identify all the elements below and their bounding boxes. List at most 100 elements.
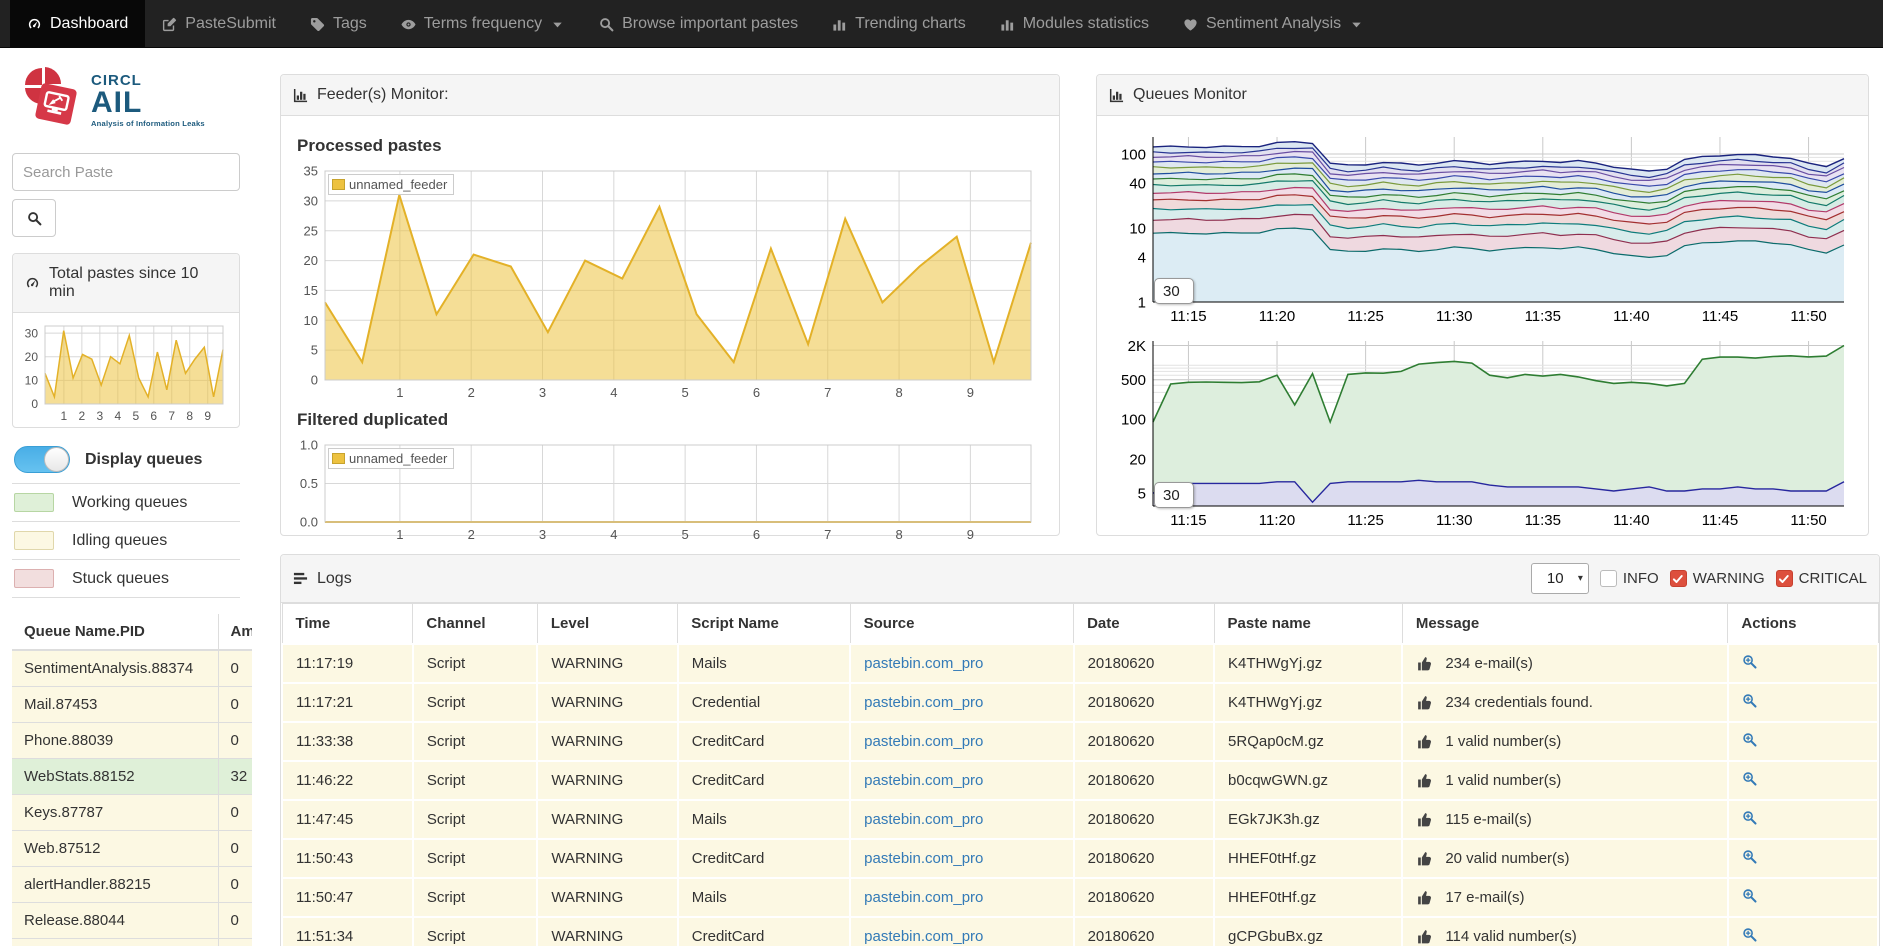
log-source: pastebin.com_pro bbox=[850, 917, 1073, 946]
log-message-text: 1 valid number(s) bbox=[1445, 733, 1561, 750]
nav-link-browse-important-pastes[interactable]: Browse important pastes bbox=[582, 0, 815, 48]
roll-period-input[interactable] bbox=[1154, 482, 1194, 508]
show-paste-button[interactable] bbox=[1742, 732, 1757, 747]
log-source: pastebin.com_pro bbox=[850, 683, 1073, 722]
queue-name: Duplicates.87079 bbox=[12, 939, 218, 946]
svg-text:20: 20 bbox=[304, 253, 318, 268]
log-source: pastebin.com_pro bbox=[850, 644, 1073, 683]
search-submit-button[interactable] bbox=[12, 199, 56, 237]
source-link[interactable]: pastebin.com_pro bbox=[864, 928, 983, 945]
show-paste-button[interactable] bbox=[1742, 888, 1757, 903]
nav-link-modules-statistics[interactable]: Modules statistics bbox=[983, 0, 1166, 48]
log-level: WARNING bbox=[537, 683, 677, 722]
svg-text:1.0: 1.0 bbox=[300, 438, 318, 453]
log-message: 234 credentials found. bbox=[1402, 683, 1728, 722]
nav-link-dashboard[interactable]: Dashboard bbox=[10, 0, 145, 48]
source-link[interactable]: pastebin.com_pro bbox=[864, 733, 983, 750]
svg-text:3: 3 bbox=[539, 385, 546, 400]
search-icon bbox=[27, 211, 42, 226]
queue-table: Queue Name.PID Amount SentimentAnalysis.… bbox=[12, 614, 252, 946]
source-link[interactable]: pastebin.com_pro bbox=[864, 889, 983, 906]
log-message-text: 234 e-mail(s) bbox=[1445, 655, 1533, 672]
checkbox-unchecked-icon[interactable] bbox=[1600, 570, 1617, 587]
show-paste-button[interactable] bbox=[1742, 693, 1757, 708]
queues-monitor-top-chart: 11:1511:2011:2511:3011:3511:4011:4511:50… bbox=[1107, 130, 1854, 326]
nav-label: PasteSubmit bbox=[185, 15, 276, 33]
log-time: 11:50:47 bbox=[282, 878, 413, 917]
log-message: 20 valid number(s) bbox=[1402, 839, 1728, 878]
zoom-in-icon bbox=[1742, 849, 1757, 864]
queue-name: Keys.87787 bbox=[12, 795, 218, 831]
log-actions bbox=[1728, 917, 1878, 946]
checkbox-checked-icon[interactable] bbox=[1776, 570, 1793, 587]
svg-text:5: 5 bbox=[311, 343, 318, 358]
queue-amount: 0 bbox=[218, 903, 252, 939]
source-link[interactable]: pastebin.com_pro bbox=[864, 811, 983, 828]
log-channel: Script bbox=[413, 839, 537, 878]
log-actions bbox=[1728, 761, 1878, 800]
show-paste-button[interactable] bbox=[1742, 810, 1757, 825]
nav-link-trending-charts[interactable]: Trending charts bbox=[815, 0, 983, 48]
nav-link-terms-frequency[interactable]: Terms frequency bbox=[384, 0, 582, 48]
filter-critical[interactable]: CRITICAL bbox=[1776, 570, 1867, 587]
show-paste-button[interactable] bbox=[1742, 654, 1757, 669]
chart-legend: unnamed_feeder bbox=[328, 448, 454, 469]
zoom-in-icon bbox=[1742, 927, 1757, 942]
log-time: 11:50:43 bbox=[282, 839, 413, 878]
roll-period-input[interactable] bbox=[1154, 278, 1194, 304]
svg-text:7: 7 bbox=[168, 409, 175, 423]
logo-subtitle: Analysis of Information Leaks bbox=[91, 120, 205, 128]
nav-link-sentiment-analysis[interactable]: Sentiment Analysis bbox=[1166, 0, 1381, 48]
log-source: pastebin.com_pro bbox=[850, 800, 1073, 839]
svg-text:3: 3 bbox=[96, 409, 103, 423]
queue-row: Release.880440 bbox=[12, 903, 252, 939]
svg-text:9: 9 bbox=[967, 385, 974, 400]
show-paste-button[interactable] bbox=[1742, 927, 1757, 942]
log-message: 17 e-mail(s) bbox=[1402, 878, 1728, 917]
page-size-select[interactable]: 10 ▾ bbox=[1531, 563, 1589, 594]
toggle-knob bbox=[44, 447, 69, 472]
nav-link-pastesubmit[interactable]: PasteSubmit bbox=[145, 0, 293, 48]
source-link[interactable]: pastebin.com_pro bbox=[864, 694, 983, 711]
log-paste-name: EGk7JK3h.gz bbox=[1214, 800, 1402, 839]
log-source: pastebin.com_pro bbox=[850, 878, 1073, 917]
log-channel: Script bbox=[413, 683, 537, 722]
log-script: CreditCard bbox=[678, 761, 850, 800]
source-link[interactable]: pastebin.com_pro bbox=[864, 850, 983, 867]
checkbox-checked-icon[interactable] bbox=[1670, 570, 1687, 587]
legend-label: Stuck queues bbox=[72, 570, 169, 588]
main-content: Feeder(s) Monitor: Processed pastes 1234… bbox=[252, 48, 1883, 946]
search-paste-input[interactable] bbox=[12, 153, 240, 191]
show-paste-button[interactable] bbox=[1742, 771, 1757, 786]
bar-chart-icon bbox=[1109, 88, 1124, 103]
svg-text:4: 4 bbox=[610, 527, 617, 542]
svg-text:10: 10 bbox=[25, 374, 39, 388]
nav-label: Browse important pastes bbox=[622, 15, 798, 33]
legend-series-name: unnamed_feeder bbox=[349, 451, 447, 466]
svg-text:35: 35 bbox=[304, 164, 318, 179]
filter-warning[interactable]: WARNING bbox=[1670, 570, 1765, 587]
source-link[interactable]: pastebin.com_pro bbox=[864, 655, 983, 672]
log-message-text: 1 valid number(s) bbox=[1445, 772, 1561, 789]
svg-text:0: 0 bbox=[31, 397, 38, 411]
log-level: WARNING bbox=[537, 761, 677, 800]
logo-line2: AIL bbox=[91, 88, 205, 118]
logs-title: Logs bbox=[317, 570, 352, 588]
source-link[interactable]: pastebin.com_pro bbox=[864, 772, 983, 789]
processed-pastes-title: Processed pastes bbox=[297, 136, 1041, 156]
log-channel: Script bbox=[413, 722, 537, 761]
log-row: 11:46:22ScriptWARNINGCreditCardpastebin.… bbox=[282, 761, 1878, 800]
log-message-text: 234 credentials found. bbox=[1445, 694, 1593, 711]
queue-amount-header: Amount bbox=[218, 614, 252, 650]
nav-link-tags[interactable]: Tags bbox=[293, 0, 384, 48]
display-queues-toggle[interactable] bbox=[14, 446, 70, 473]
svg-text:3: 3 bbox=[539, 527, 546, 542]
log-row: 11:51:34ScriptWARNINGCreditCardpastebin.… bbox=[282, 917, 1878, 946]
show-paste-button[interactable] bbox=[1742, 849, 1757, 864]
filter-info[interactable]: INFO bbox=[1600, 570, 1659, 587]
bar-chart-icon bbox=[1000, 17, 1015, 32]
log-row: 11:47:45ScriptWARNINGMailspastebin.com_p… bbox=[282, 800, 1878, 839]
filter-label: INFO bbox=[1623, 570, 1659, 587]
log-time: 11:47:45 bbox=[282, 800, 413, 839]
svg-text:1: 1 bbox=[1138, 294, 1146, 311]
